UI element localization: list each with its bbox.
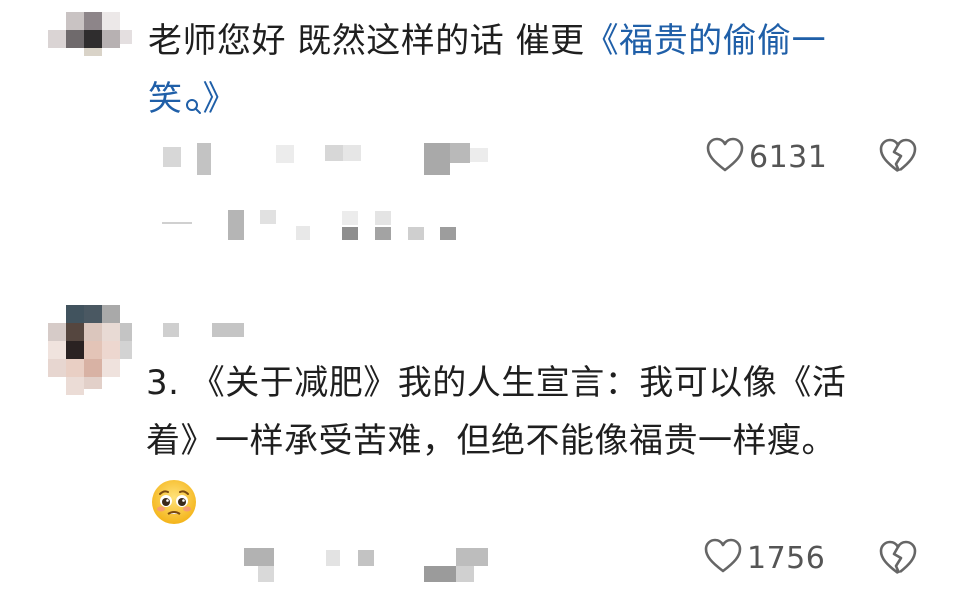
like-count: 1756	[747, 540, 826, 576]
heart-outline-icon	[705, 137, 745, 177]
pleading-face-emoji	[150, 478, 198, 530]
comment-text-line2: 笑》	[148, 72, 237, 126]
comment-text: 老师您好 既然这样的话 催更《福贵的偷偷一	[148, 14, 826, 68]
like-count: 6131	[749, 139, 828, 175]
broken-heart-icon	[878, 540, 918, 580]
like-button[interactable]: 6131	[705, 135, 827, 179]
comment-text: 3. 《关于减肥》我的人生宣言：我可以像《活	[146, 363, 847, 403]
book-link-continued[interactable]: 笑	[148, 79, 183, 119]
dislike-button[interactable]	[878, 138, 918, 178]
search-icon[interactable]	[185, 78, 203, 114]
like-button[interactable]: 1756	[703, 536, 825, 580]
broken-heart-icon	[878, 138, 918, 178]
book-link[interactable]: 《福贵的偷偷一	[585, 21, 827, 61]
dislike-button[interactable]	[878, 540, 918, 580]
comment-text-prefix: 老师您好 既然这样的话 催更	[148, 21, 585, 61]
avatar[interactable]	[48, 305, 132, 395]
book-link-end[interactable]: 》	[203, 79, 238, 119]
avatar[interactable]	[48, 12, 132, 56]
heart-outline-icon	[703, 538, 743, 578]
comment-text-line2: 着》一样承受苦难，但绝不能像福贵一样瘦。	[146, 421, 836, 461]
